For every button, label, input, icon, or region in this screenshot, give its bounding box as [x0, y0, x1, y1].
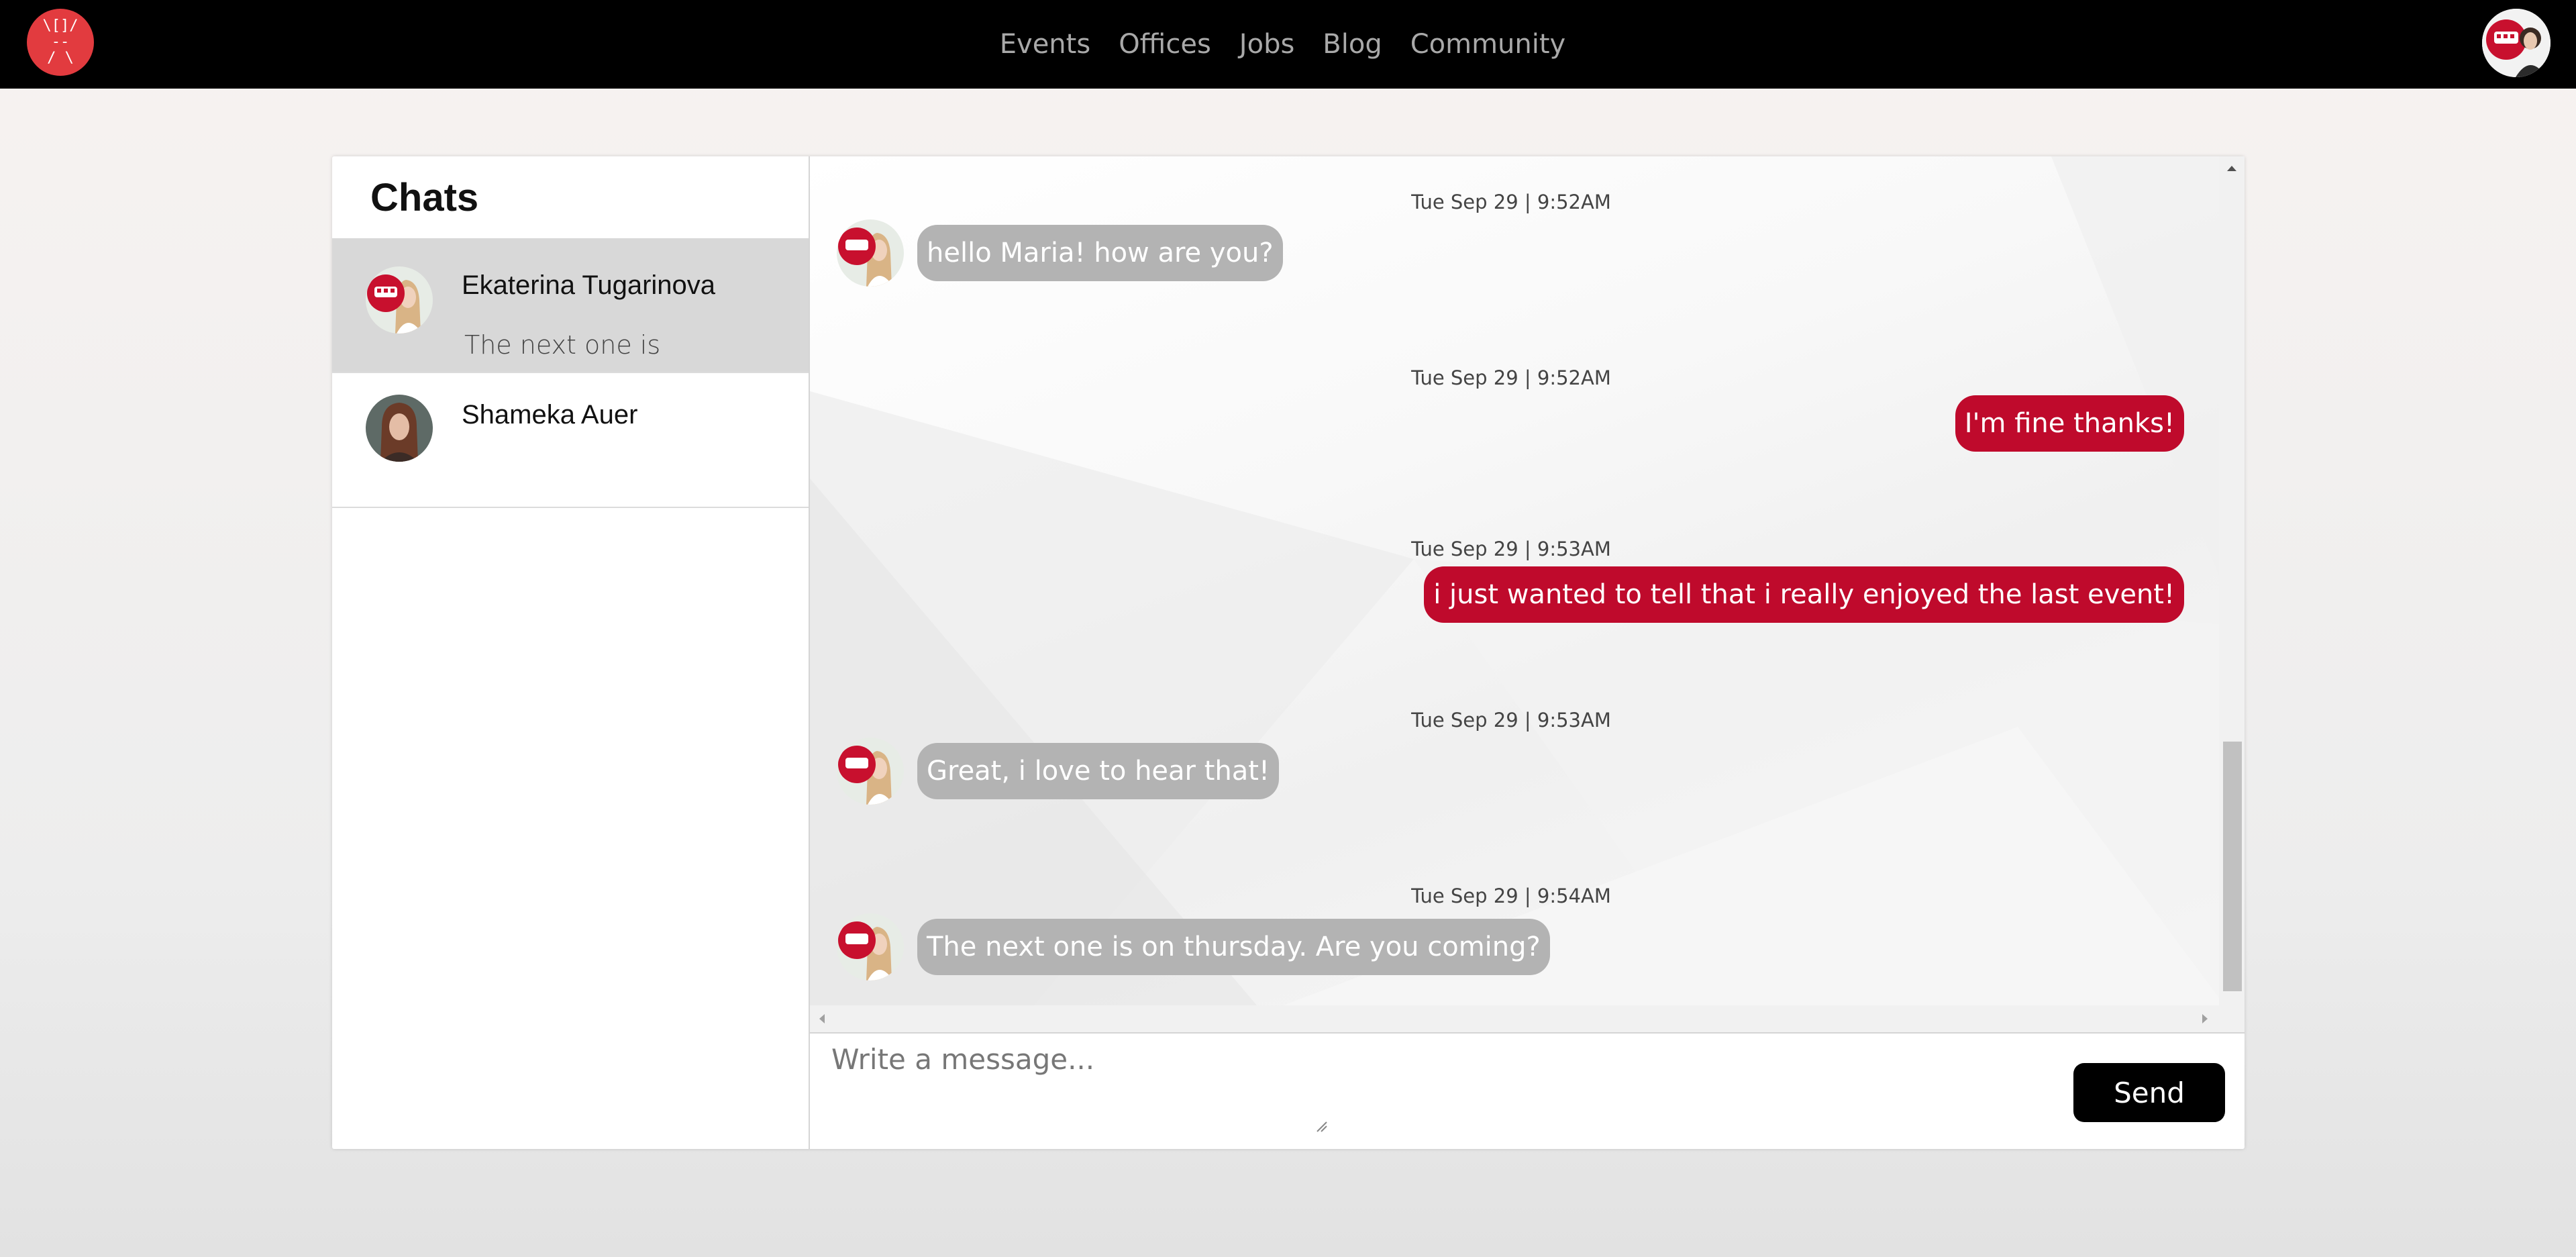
message-input[interactable]	[830, 1042, 1326, 1132]
chat-sidebar: Chats Ekaterina Tugarinova The next one …	[332, 156, 810, 1149]
scrollbar-thumb[interactable]	[2223, 742, 2242, 991]
message-list[interactable]: Tue Sep 29 | 9:52AM hello Maria! how are…	[810, 156, 2245, 1032]
message-row: Great, i love to hear that!	[810, 738, 2212, 805]
contact-item-shameka[interactable]: Shameka Auer	[332, 373, 809, 508]
message-composer: Send	[810, 1032, 2245, 1150]
nav-link-offices[interactable]: Offices	[1119, 29, 1211, 60]
contact-last-message: The next one is	[464, 330, 661, 360]
resize-grip-icon[interactable]	[1315, 1119, 1328, 1133]
message-bubble-incoming: hello Maria! how are you?	[917, 225, 1283, 281]
avatar	[837, 219, 904, 287]
message-bubble-incoming: Great, i love to hear that!	[917, 743, 1279, 799]
avatar	[366, 395, 433, 462]
avatar	[837, 738, 904, 805]
message-bubble-incoming: The next one is on thursday. Are you com…	[917, 919, 1550, 975]
horizontal-scrollbar[interactable]	[810, 1005, 2219, 1032]
avatar	[366, 266, 433, 334]
message-row: I'm fine thanks!	[810, 394, 2212, 461]
message-timestamp: Tue Sep 29 | 9:54AM	[1411, 885, 1611, 907]
nav-link-community[interactable]: Community	[1410, 29, 1566, 60]
message-row: hello Maria! how are you?	[810, 219, 2212, 287]
scroll-up-icon	[2227, 166, 2236, 171]
top-navbar: \[]/ -- / \ Events Offices Jobs Blog Com…	[0, 0, 2576, 89]
vertical-scrollbar[interactable]	[2219, 156, 2245, 1032]
scroll-left-icon	[819, 1014, 825, 1023]
message-timestamp: Tue Sep 29 | 9:52AM	[1411, 366, 1611, 389]
avatar	[837, 913, 904, 981]
message-row: The next one is on thursday. Are you com…	[810, 913, 2212, 981]
logo-icon[interactable]: \[]/ -- / \	[27, 9, 94, 76]
message-timestamp: Tue Sep 29 | 9:52AM	[1411, 191, 1611, 213]
chat-panel: Chats Ekaterina Tugarinova The next one …	[332, 156, 2245, 1149]
contact-item-ekaterina[interactable]: Ekaterina Tugarinova The next one is	[332, 238, 809, 373]
message-bubble-outgoing: i just wanted to tell that i really enjo…	[1424, 566, 2184, 623]
scroll-right-icon	[2202, 1014, 2208, 1023]
message-bubble-outgoing: I'm fine thanks!	[1955, 395, 2184, 452]
contact-name: Ekaterina Tugarinova	[462, 270, 716, 300]
message-timestamp: Tue Sep 29 | 9:53AM	[1411, 709, 1611, 732]
message-row: i just wanted to tell that i really enjo…	[810, 565, 2212, 632]
sidebar-title: Chats	[370, 176, 479, 219]
nav-link-blog[interactable]: Blog	[1323, 29, 1382, 60]
message-timestamp: Tue Sep 29 | 9:53AM	[1411, 538, 1611, 560]
nav-link-events[interactable]: Events	[1000, 29, 1090, 60]
send-button[interactable]: Send	[2073, 1063, 2225, 1122]
contact-name: Shameka Auer	[462, 400, 638, 430]
user-avatar[interactable]	[2482, 9, 2551, 77]
nav-link-jobs[interactable]: Jobs	[1239, 29, 1295, 60]
main-nav: Events Offices Jobs Blog Community	[0, 0, 2576, 89]
